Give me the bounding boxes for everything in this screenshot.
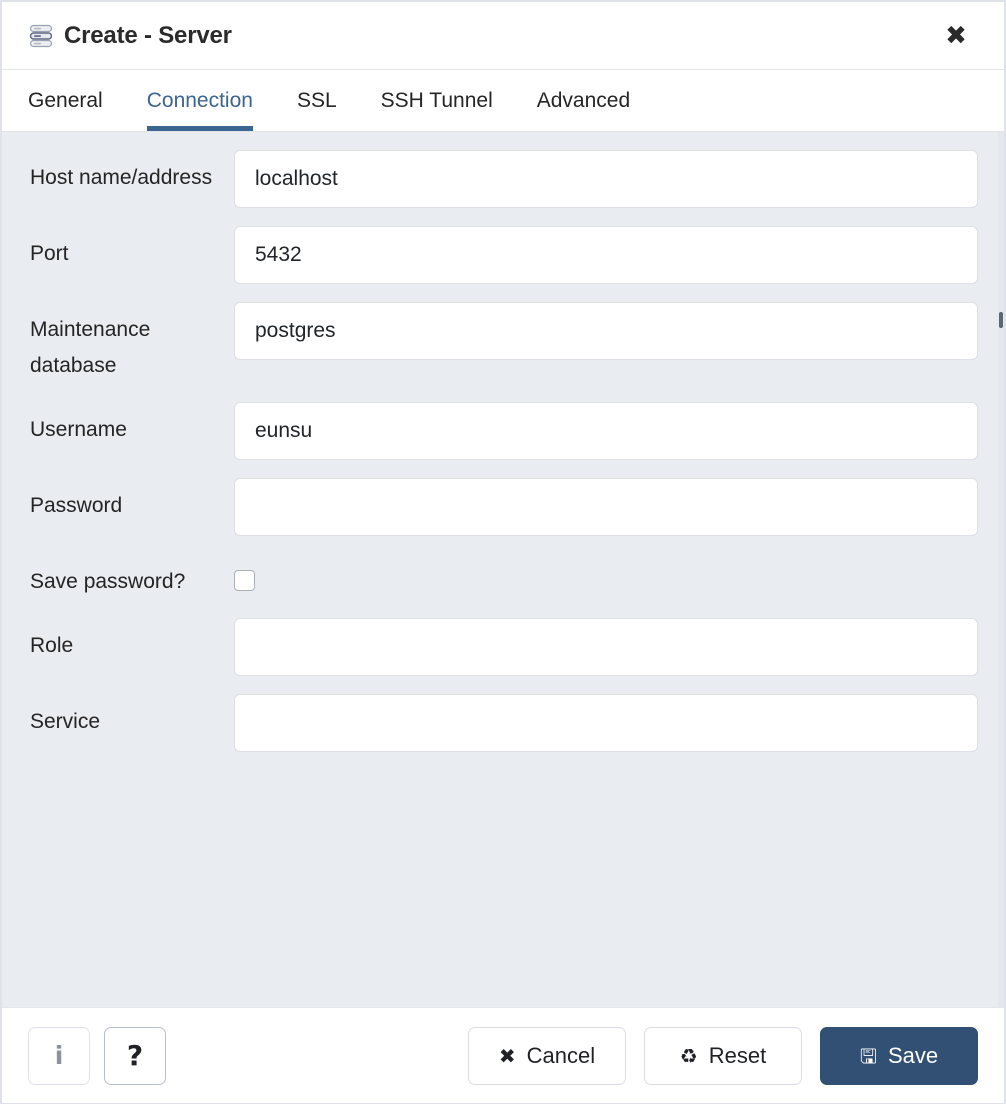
save-password-checkbox-wrap <box>234 554 978 598</box>
label-username: Username <box>30 418 127 441</box>
reset-button-label: Reset <box>708 1042 767 1068</box>
control-maintenance-database <box>234 302 980 360</box>
control-service <box>234 694 980 752</box>
save-password-checkbox[interactable] <box>234 569 255 591</box>
host-name-address-input[interactable] <box>234 150 978 208</box>
save-button[interactable]: 🖫 Save <box>820 1026 978 1085</box>
field-row-port: Port <box>2 226 1004 284</box>
question-mark-icon: ? <box>126 1038 144 1072</box>
recycle-icon: ♻ <box>679 1043 698 1068</box>
help-button[interactable]: ? <box>104 1026 166 1085</box>
close-button[interactable]: ✖ <box>936 16 976 56</box>
floppy-disk-icon: 🖫 <box>859 1043 877 1068</box>
tab-general[interactable]: General <box>28 70 127 131</box>
connection-form: Host name/address Port Maintenance datab… <box>2 132 1004 1007</box>
field-row-username: Username <box>2 402 1004 460</box>
label-password: Password <box>30 494 123 517</box>
field-row-maintenance-database: Maintenance database <box>2 302 1004 384</box>
dialog-title-group: Create - Server <box>28 22 936 50</box>
form-scrollbar[interactable] <box>998 132 1004 1007</box>
field-row-role: Role <box>2 618 1004 676</box>
info-button[interactable]: i <box>28 1026 90 1085</box>
control-save-password <box>234 554 980 598</box>
reset-button[interactable]: ♻ Reset <box>644 1026 802 1085</box>
dialog-titlebar: Create - Server ✖ <box>2 2 1004 70</box>
control-username <box>234 402 980 460</box>
close-icon: ✖ <box>945 20 967 51</box>
dialog-footer: i ? ✖ Cancel ♻ Reset 🖫 Save <box>2 1007 1004 1103</box>
label-service: Service <box>30 710 101 733</box>
page-title: Create - Server <box>64 21 232 49</box>
field-row-password: Password <box>2 478 1004 536</box>
port-input[interactable] <box>234 226 978 284</box>
field-row-save-password: Save password? <box>2 554 1004 600</box>
label-save-password: Save password? <box>30 570 186 593</box>
footer-left-group: i ? <box>28 1026 166 1085</box>
create-server-dialog: Create - Server ✖ General Connection SSL… <box>0 0 1006 1104</box>
control-role <box>234 618 980 676</box>
username-input[interactable] <box>234 402 978 460</box>
cancel-button[interactable]: ✖ Cancel <box>468 1026 626 1085</box>
maintenance-database-input[interactable] <box>234 302 978 360</box>
role-input[interactable] <box>234 618 978 676</box>
control-password <box>234 478 980 536</box>
info-icon: i <box>54 1041 64 1070</box>
form-scrollbar-thumb[interactable] <box>999 312 1003 328</box>
control-port <box>234 226 980 284</box>
control-host-name-address <box>234 150 980 208</box>
field-row-host: Host name/address <box>2 150 1004 208</box>
label-host-name-address: Host name/address <box>30 166 213 189</box>
tab-ssh-tunnel[interactable]: SSH Tunnel <box>381 70 517 131</box>
tab-advanced[interactable]: Advanced <box>537 70 654 131</box>
server-stack-icon <box>28 23 64 49</box>
save-button-label: Save <box>887 1042 939 1068</box>
tab-connection[interactable]: Connection <box>146 70 277 131</box>
cancel-button-label: Cancel <box>526 1042 596 1068</box>
footer-right-group: ✖ Cancel ♻ Reset 🖫 Save <box>468 1026 978 1085</box>
label-maintenance-database: Maintenance database <box>30 318 151 377</box>
field-row-service: Service <box>2 694 1004 752</box>
label-role: Role <box>30 634 74 657</box>
service-input[interactable] <box>234 694 978 752</box>
tab-bar: General Connection SSL SSH Tunnel Advanc… <box>2 70 1004 132</box>
label-port: Port <box>30 242 69 265</box>
password-input[interactable] <box>234 478 978 536</box>
tab-ssl[interactable]: SSL <box>297 70 361 131</box>
close-cross-icon: ✖ <box>498 1043 516 1068</box>
